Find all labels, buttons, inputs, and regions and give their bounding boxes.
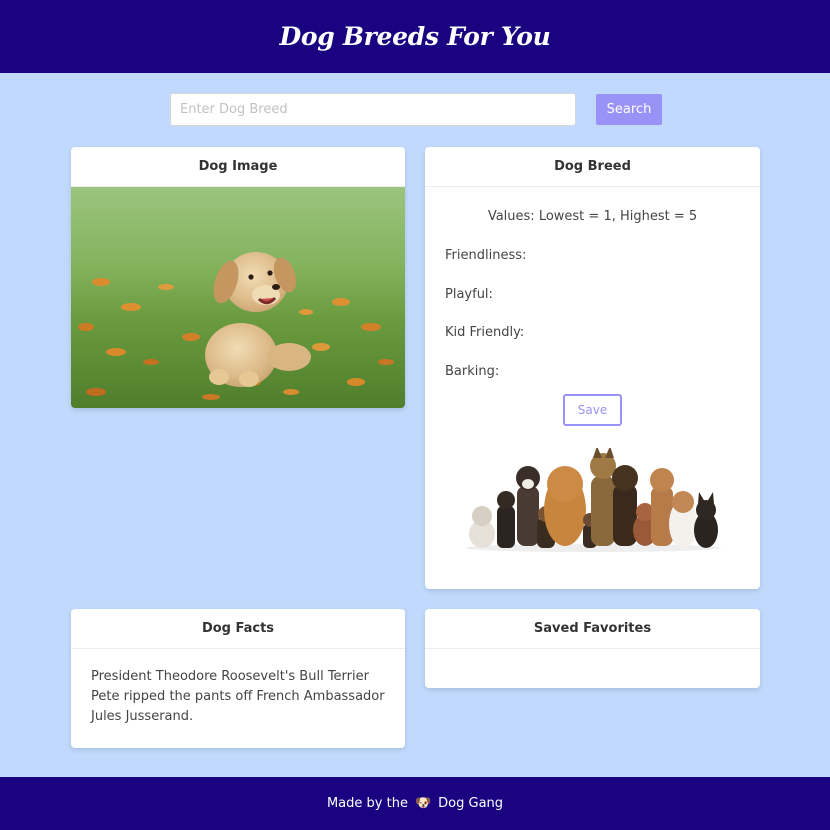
dog-group-image: [464, 448, 721, 552]
dog-facts-card-title: Dog Facts: [71, 609, 405, 649]
save-button[interactable]: Save: [563, 394, 622, 426]
dog-image-card-title: Dog Image: [71, 147, 405, 187]
saved-favorites-card-title: Saved Favorites: [425, 609, 760, 649]
site-footer: Made by the 🐶 Dog Gang: [0, 777, 830, 830]
page-title: Dog Breeds For You: [279, 22, 551, 51]
dog-photo: [71, 187, 405, 408]
saved-favorites-card: Saved Favorites: [425, 609, 760, 688]
dog-image-card: Dog Image: [71, 147, 405, 408]
dog-fact-text: President Theodore Roosevelt's Bull Terr…: [91, 669, 385, 724]
footer-suffix: Dog Gang: [438, 796, 504, 811]
site-header: Dog Breeds For You: [0, 0, 830, 73]
trait-barking: Barking:: [445, 364, 500, 379]
dog-breed-card-title: Dog Breed: [425, 147, 760, 187]
trait-kid-friendly: Kid Friendly:: [445, 325, 525, 340]
search-input[interactable]: [170, 93, 576, 126]
dog-breed-card: Dog Breed Values: Lowest = 1, Highest = …: [425, 147, 760, 589]
dog-face-icon: 🐶: [414, 796, 432, 811]
dog-facts-card: Dog Facts President Theodore Roosevelt's…: [71, 609, 405, 748]
values-scale-note: Values: Lowest = 1, Highest = 5: [487, 209, 698, 224]
search-button[interactable]: Search: [596, 94, 662, 125]
footer-prefix: Made by the: [326, 796, 408, 811]
trait-friendliness: Friendliness:: [445, 248, 527, 263]
trait-playful: Playful:: [445, 287, 493, 302]
